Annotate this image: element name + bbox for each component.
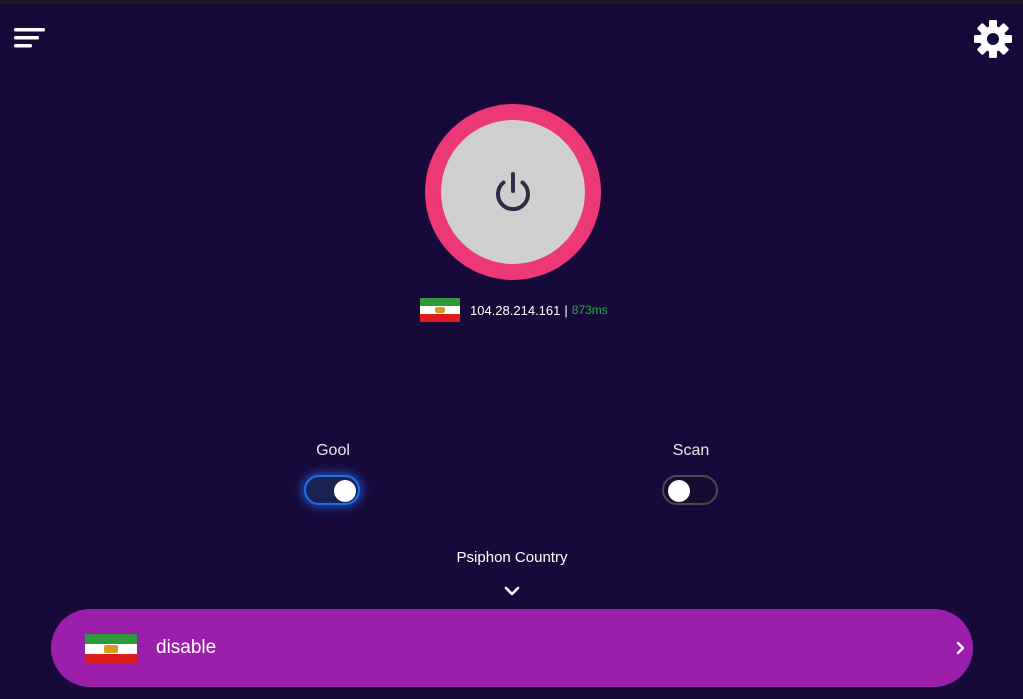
connect-button-inner: [441, 120, 585, 264]
chevron-down-icon[interactable]: [503, 584, 521, 598]
connect-button[interactable]: [425, 104, 601, 280]
chevron-right-icon: [956, 641, 965, 655]
psiphon-country-selector[interactable]: disable: [51, 609, 973, 687]
server-info: 104.28.214.161 | 873ms: [420, 298, 608, 322]
menu-icon: [14, 28, 45, 48]
iran-lion-sun-flag-icon: [85, 634, 137, 664]
gool-label: Gool: [316, 442, 350, 459]
server-ip: 104.28.214.161: [470, 302, 561, 318]
menu-button[interactable]: [12, 24, 48, 54]
scan-label: Scan: [672, 442, 710, 459]
settings-button[interactable]: [972, 18, 1014, 60]
toggle-knob: [668, 480, 690, 502]
ping-value: 873ms: [571, 303, 608, 317]
toggle-knob: [334, 480, 356, 502]
iran-lion-sun-flag-icon: [420, 298, 460, 322]
separator: |: [564, 302, 568, 318]
selected-country: disable: [156, 637, 217, 658]
gear-icon: [974, 20, 1012, 58]
gool-toggle[interactable]: [304, 475, 360, 505]
window-top-border: [0, 0, 1023, 4]
power-icon: [496, 172, 530, 212]
scan-toggle-group: Scan: [631, 442, 751, 462]
gool-toggle-group: Gool: [273, 442, 393, 462]
scan-toggle[interactable]: [662, 475, 718, 505]
psiphon-country-label: Psiphon Country: [456, 549, 568, 566]
